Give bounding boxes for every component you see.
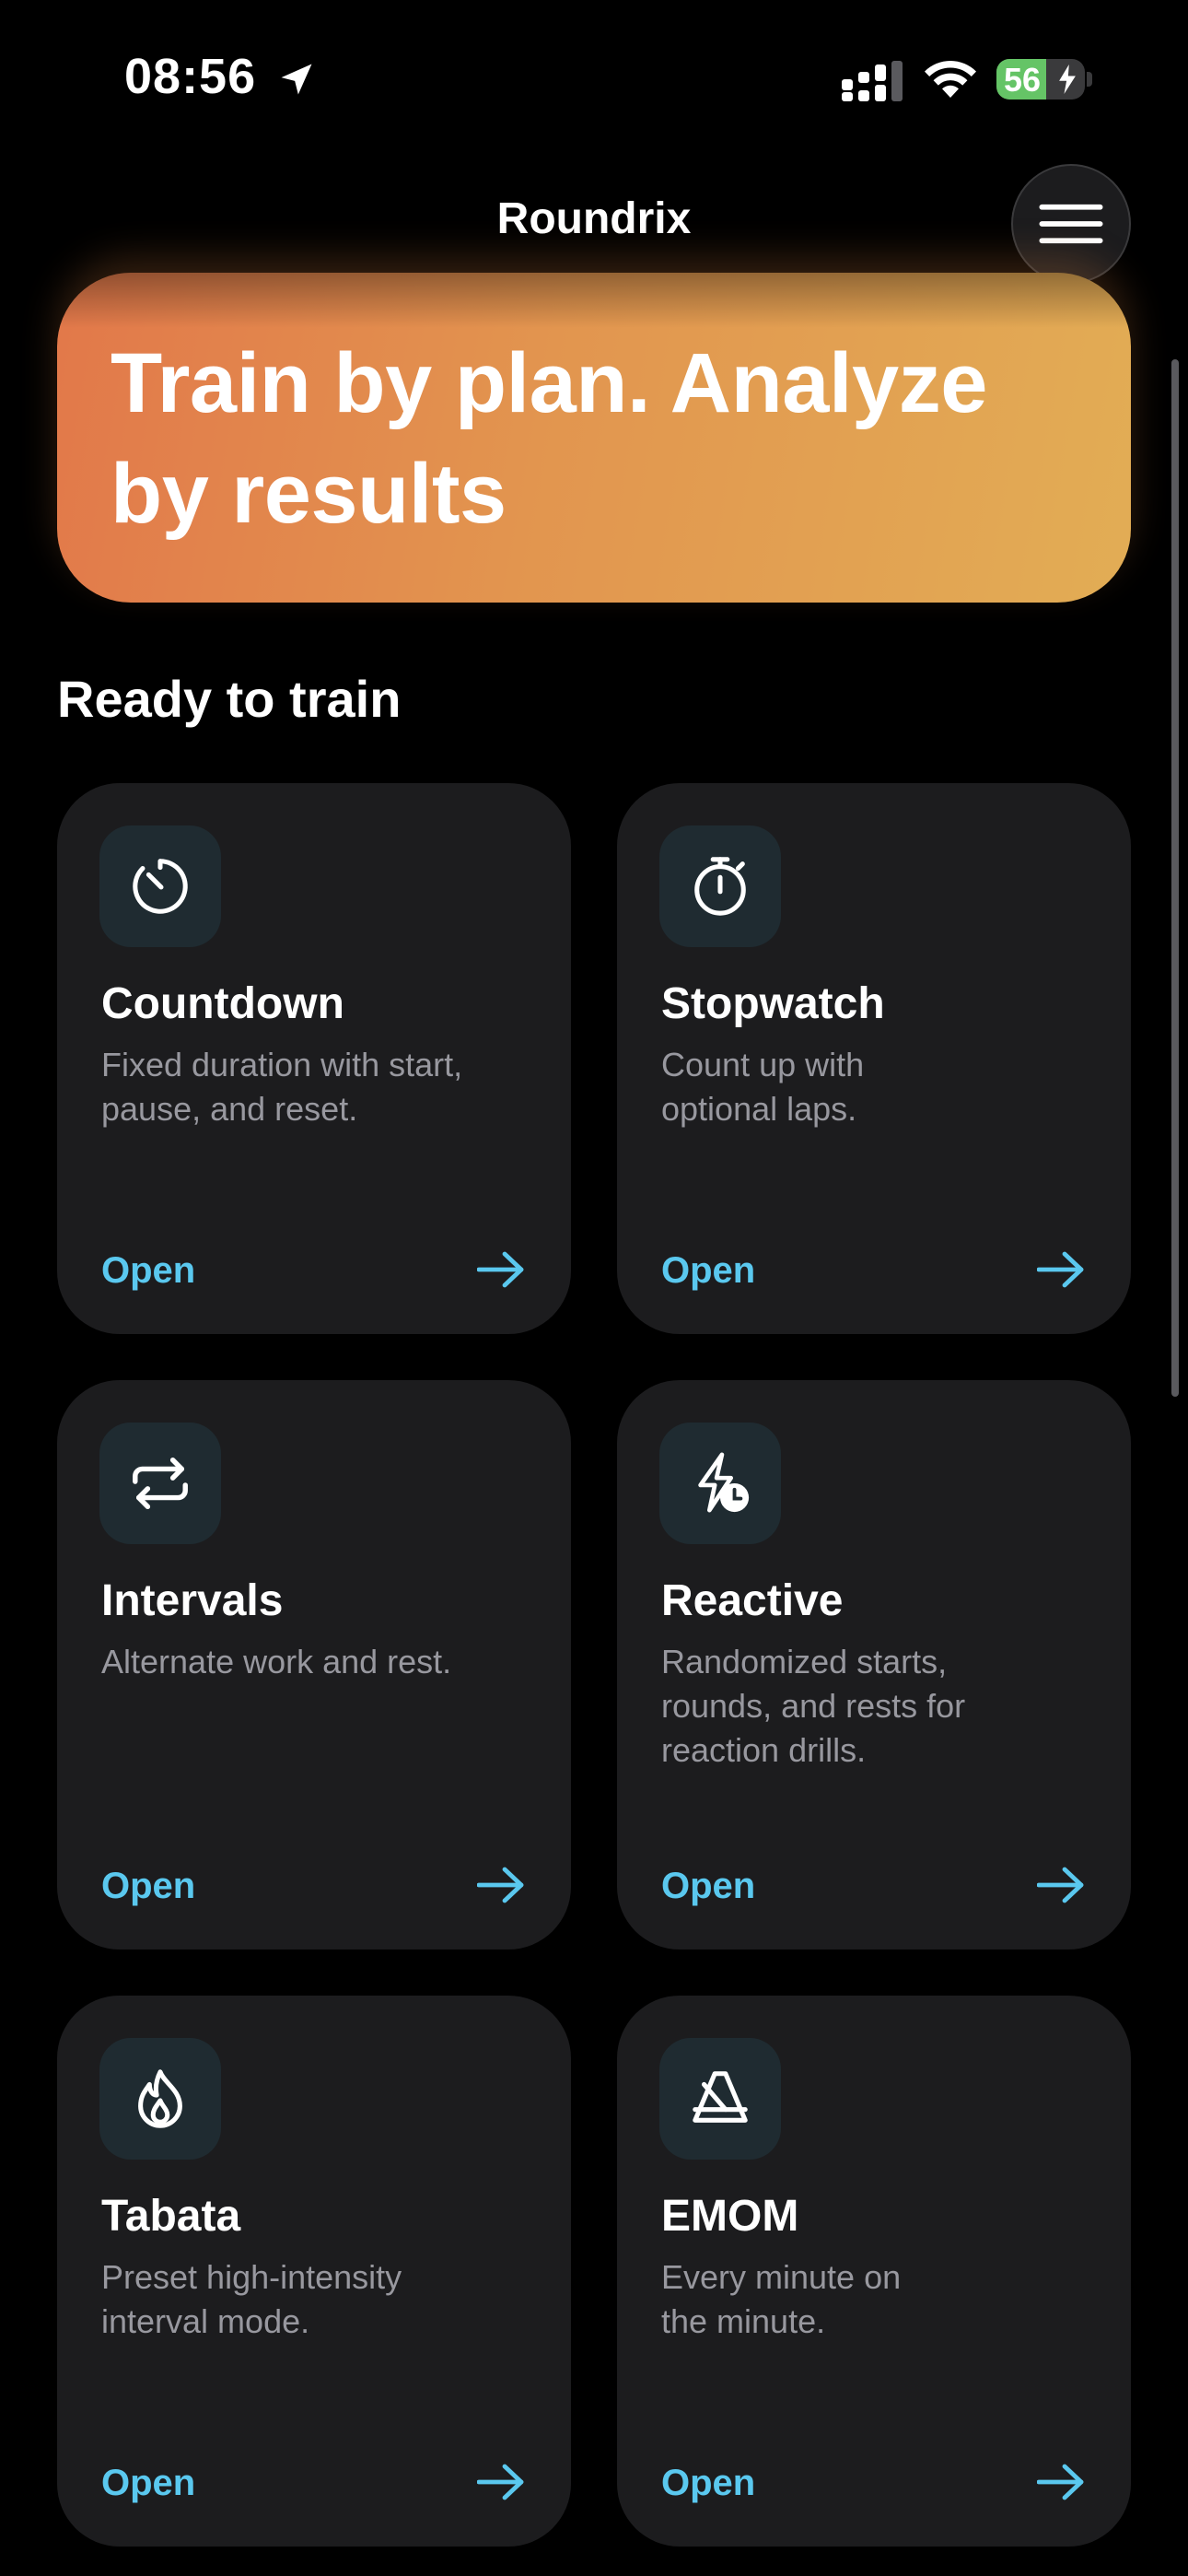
card-title: Tabata	[101, 2192, 241, 2241]
card-title: Stopwatch	[661, 979, 885, 1028]
card-icon-tile	[659, 825, 781, 947]
card-icon-tile	[99, 2038, 221, 2160]
card-description: Randomized starts, rounds, and rests for…	[661, 1643, 966, 1769]
metronome-icon	[693, 2071, 748, 2123]
card-countdown[interactable]: Countdown Fixed duration with start, pau…	[57, 783, 571, 1334]
card-title: EMOM	[661, 2192, 799, 2241]
card-icon-tile	[659, 2038, 781, 2160]
card-open-link[interactable]: Open	[661, 2463, 755, 2504]
card-icon-tile	[99, 1423, 221, 1544]
arrow-right-icon[interactable]	[1037, 2464, 1085, 2500]
card-description: Fixed duration with start, pause, and re…	[101, 1046, 463, 1128]
card-tabata[interactable]: Tabata Preset high-intensity interval mo…	[57, 1996, 571, 2547]
arrow-right-icon[interactable]	[1037, 1251, 1085, 1288]
arrow-right-icon[interactable]	[477, 2464, 525, 2500]
repeat-arrows-icon	[133, 1458, 188, 1509]
card-description: Preset high-intensity interval mode.	[101, 2258, 402, 2340]
card-reactive[interactable]: Reactive Randomized starts, rounds, and …	[617, 1380, 1131, 1950]
card-title: Countdown	[101, 979, 344, 1028]
card-icon-tile	[99, 825, 221, 947]
scroll-indicator[interactable]	[1171, 359, 1179, 1397]
card-open-link[interactable]: Open	[661, 1250, 755, 1292]
card-title: Reactive	[661, 1576, 844, 1625]
card-description: Alternate work and rest.	[101, 1643, 452, 1680]
card-intervals[interactable]: Intervals Alternate work and rest. Open	[57, 1380, 571, 1950]
arrow-right-icon[interactable]	[1037, 1867, 1085, 1903]
card-title: Intervals	[101, 1576, 284, 1625]
home-screen: 08:56 56 Roundrix Train by plan. Analyze…	[0, 0, 1188, 2576]
card-description: Every minute on the minute.	[661, 2258, 902, 2340]
flame-icon	[138, 2069, 182, 2128]
arrow-right-icon[interactable]	[477, 1867, 525, 1903]
card-stopwatch[interactable]: Stopwatch Count up with optional laps. O…	[617, 783, 1131, 1334]
card-open-link[interactable]: Open	[661, 1866, 755, 1907]
card-description: Count up with optional laps.	[661, 1046, 865, 1128]
stopwatch-icon	[694, 857, 746, 916]
countdown-timer-icon	[133, 859, 188, 914]
card-open-link[interactable]: Open	[101, 1866, 195, 1907]
timer-mode-grid: Countdown Fixed duration with start, pau…	[0, 0, 1188, 2576]
arrow-right-icon[interactable]	[477, 1251, 525, 1288]
card-emom[interactable]: EMOM Every minute on the minute. Open	[617, 1996, 1131, 2547]
card-open-link[interactable]: Open	[101, 2463, 195, 2504]
card-open-link[interactable]: Open	[101, 1250, 195, 1292]
card-icon-tile	[659, 1423, 781, 1544]
bolt-clock-icon	[698, 1452, 750, 1513]
